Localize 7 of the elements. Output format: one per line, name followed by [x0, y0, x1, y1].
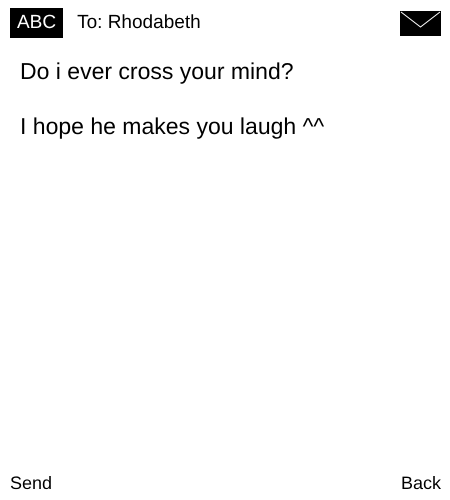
message-text: I hope he makes you laugh ^^ [20, 112, 324, 141]
message-text: Do i ever cross your mind? [20, 57, 294, 86]
input-mode-indicator: ABC [10, 8, 64, 38]
envelope-icon [400, 10, 441, 36]
back-softkey[interactable]: Back [400, 472, 441, 494]
send-softkey[interactable]: Send [10, 472, 52, 494]
recipient-label: To: Rhodabeth [77, 12, 202, 34]
